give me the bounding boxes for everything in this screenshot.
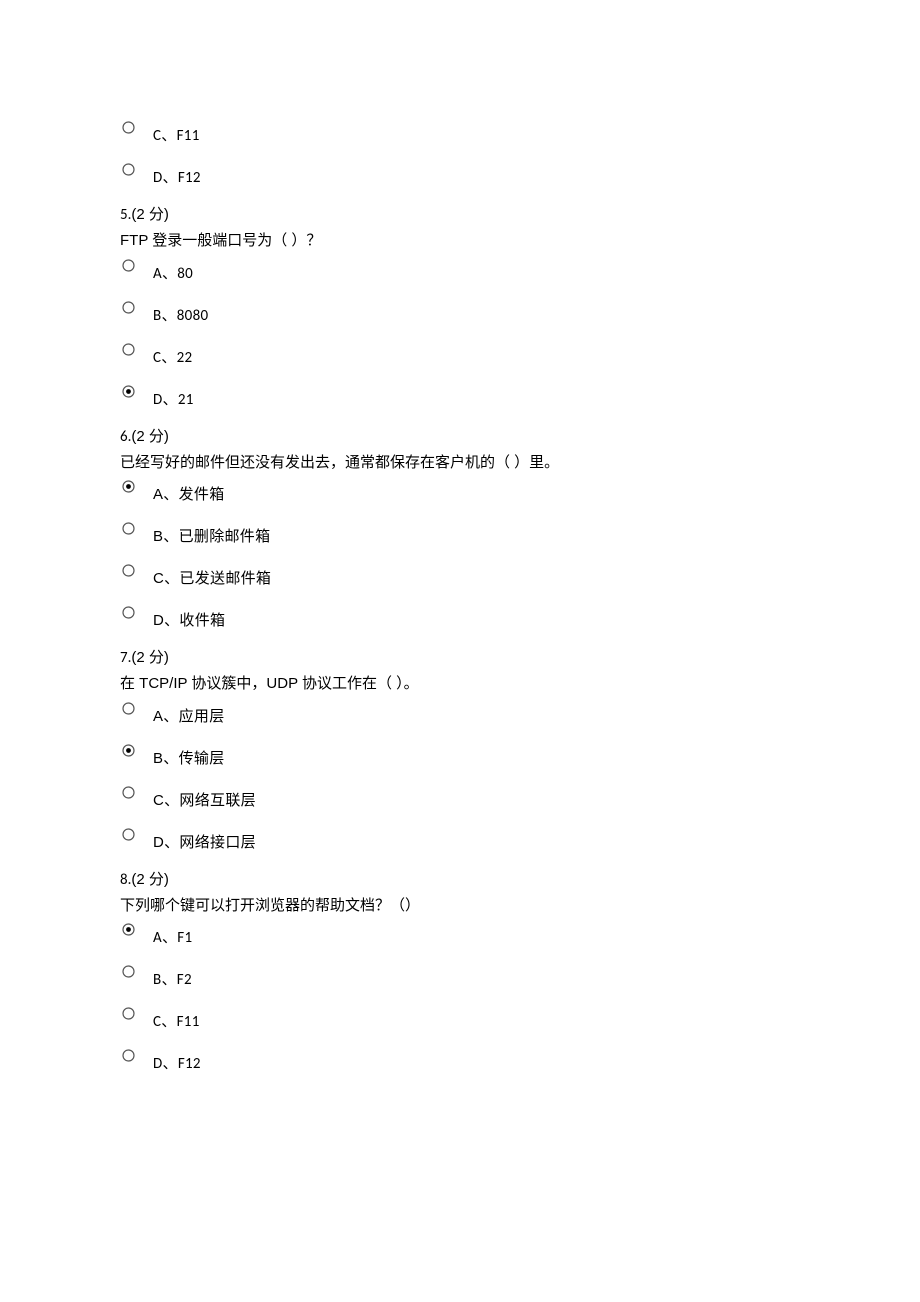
- radio-unselected-icon: [122, 1007, 135, 1020]
- option-label: B、已删除邮件箱: [153, 525, 270, 546]
- option-label: D、F12: [153, 1052, 201, 1073]
- question-number: 8.: [120, 871, 131, 889]
- question-points: (2 分): [131, 649, 169, 666]
- option-label: D、网络接口层: [153, 831, 256, 852]
- radio-unselected-icon: [122, 828, 135, 841]
- option-label: A、F1: [153, 926, 192, 947]
- radio-unselected-icon: [122, 301, 135, 314]
- option-label: B、传输层: [153, 747, 225, 768]
- option-row[interactable]: C、网络互联层: [120, 784, 800, 810]
- radio-unselected-icon: [122, 522, 135, 535]
- option-row[interactable]: C、F11: [120, 1005, 800, 1031]
- option-label: B、F2: [153, 968, 192, 989]
- question-points: (2 分): [131, 428, 169, 445]
- question-header: 7.(2 分): [120, 646, 800, 670]
- option-row[interactable]: D、F12: [120, 1047, 800, 1073]
- radio-unselected-icon: [122, 965, 135, 978]
- question-points: (2 分): [131, 206, 169, 223]
- question-text: 在 TCP/IP 协议簇中，UDP 协议工作在（ ）。: [120, 672, 800, 695]
- radio-unselected-icon: [122, 564, 135, 577]
- question-header: 5.(2 分): [120, 203, 800, 227]
- question-number: 7.: [120, 649, 131, 667]
- radio-unselected-icon: [122, 343, 135, 356]
- radio-unselected-icon: [122, 786, 135, 799]
- option-row[interactable]: A、应用层: [120, 700, 800, 726]
- option-row[interactable]: D、F12: [120, 161, 800, 187]
- option-row[interactable]: D、收件箱: [120, 604, 800, 630]
- option-row[interactable]: B、传输层: [120, 742, 800, 768]
- option-row[interactable]: D、21: [120, 383, 800, 409]
- radio-selected-icon: [122, 385, 135, 398]
- radio-selected-icon: [122, 923, 135, 936]
- option-label: D、F12: [153, 166, 201, 187]
- radio-selected-icon: [122, 480, 135, 493]
- option-row[interactable]: A、F1: [120, 921, 800, 947]
- option-label: C、网络互联层: [153, 789, 256, 810]
- option-row[interactable]: B、8080: [120, 299, 800, 325]
- option-row[interactable]: C、已发送邮件箱: [120, 562, 800, 588]
- question-header: 6.(2 分): [120, 425, 800, 449]
- radio-unselected-icon: [122, 1049, 135, 1062]
- option-label: B、8080: [153, 304, 208, 325]
- page-container: C、F11 D、F12 5.(2 分) FTP 登录一般端口号为（ ）？ A、8…: [0, 0, 920, 1302]
- option-label: C、已发送邮件箱: [153, 567, 271, 588]
- option-label: C、F11: [153, 1010, 200, 1031]
- radio-unselected-icon: [122, 259, 135, 272]
- question-header: 8.(2 分): [120, 868, 800, 892]
- radio-unselected-icon: [122, 606, 135, 619]
- radio-selected-icon: [122, 744, 135, 757]
- option-label: A、发件箱: [153, 483, 225, 504]
- option-label: A、80: [153, 262, 193, 283]
- question-text: 已经写好的邮件但还没有发出去，通常都保存在客户机的（ ）里。: [120, 451, 800, 474]
- option-row[interactable]: C、22: [120, 341, 800, 367]
- option-row[interactable]: B、已删除邮件箱: [120, 520, 800, 546]
- radio-unselected-icon: [122, 702, 135, 715]
- option-row[interactable]: D、网络接口层: [120, 826, 800, 852]
- option-label: C、22: [153, 346, 192, 367]
- option-label: A、应用层: [153, 705, 225, 726]
- option-row[interactable]: C、F11: [120, 119, 800, 145]
- option-row[interactable]: A、发件箱: [120, 478, 800, 504]
- question-number: 6.: [120, 428, 131, 446]
- option-label: C、F11: [153, 124, 200, 145]
- option-row[interactable]: B、F2: [120, 963, 800, 989]
- question-points: (2 分): [131, 871, 169, 888]
- option-row[interactable]: A、80: [120, 257, 800, 283]
- radio-unselected-icon: [122, 121, 135, 134]
- question-number: 5.: [120, 206, 131, 224]
- question-text: 下列哪个键可以打开浏览器的帮助文档？（）: [120, 894, 800, 917]
- question-text: FTP 登录一般端口号为（ ）？: [120, 229, 800, 252]
- radio-unselected-icon: [122, 163, 135, 176]
- option-label: D、收件箱: [153, 609, 225, 630]
- option-label: D、21: [153, 388, 194, 409]
